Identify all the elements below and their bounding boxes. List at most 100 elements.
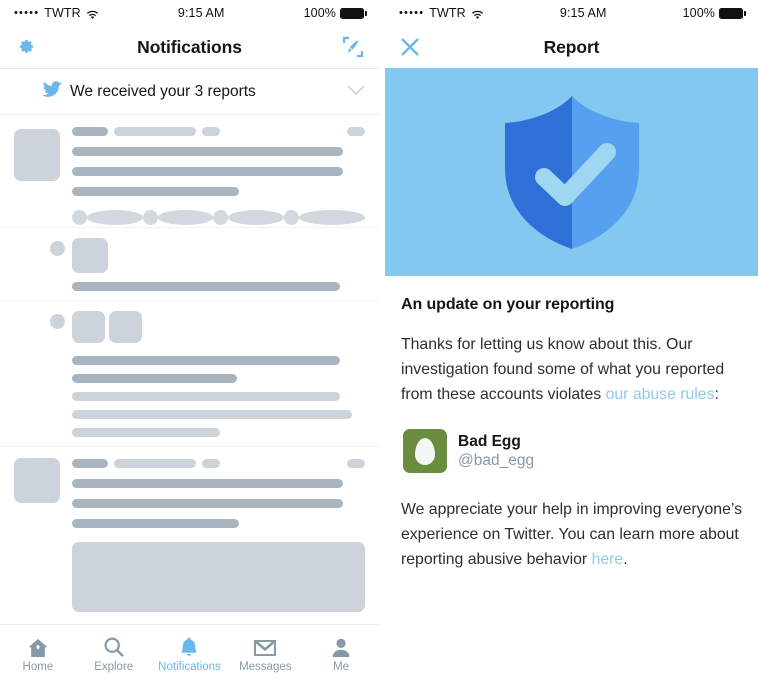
skeleton-bar	[72, 187, 239, 196]
paragraph-2-text-after: .	[623, 551, 628, 568]
bell-icon	[178, 636, 200, 658]
skeleton-dot	[284, 210, 300, 225]
skeleton-bar	[72, 428, 220, 437]
dual-phone-screenshot: ••••• TWTR 9:15 AM 100% Notifications We…	[0, 0, 758, 684]
skeleton-bar	[72, 459, 108, 468]
left-status-time: 9:15 AM	[177, 6, 225, 20]
tab-label: Me	[333, 660, 350, 673]
tabbar-divider	[0, 624, 379, 625]
tab-label: Home	[22, 660, 54, 673]
report-hero-banner	[385, 68, 758, 276]
report-navbar: Report	[385, 26, 758, 68]
battery-percent-label: 100%	[303, 6, 336, 20]
skeleton-bar	[72, 499, 343, 508]
tab-label: Messages	[239, 660, 292, 673]
bottom-tab-bar: Home Explore Notifications Messages Me	[0, 624, 379, 684]
skeleton-bar	[114, 459, 196, 468]
reported-account-names: Bad Egg @bad_egg	[458, 432, 534, 471]
skeleton-bar	[72, 479, 343, 488]
skeleton-dot	[50, 314, 65, 329]
reported-account-name: Bad Egg	[458, 432, 521, 450]
egg-avatar-icon	[403, 429, 447, 473]
skeleton-bar	[202, 127, 220, 136]
report-paragraph-2: We appreciate your help in improving eve…	[401, 497, 746, 572]
skeleton-bar	[72, 127, 108, 136]
search-icon	[103, 636, 125, 658]
list-item[interactable]	[0, 447, 379, 612]
abuse-rules-link[interactable]: our abuse rules	[606, 386, 715, 403]
signal-dots-icon: •••••	[399, 7, 425, 19]
list-item[interactable]	[0, 301, 379, 446]
twitter-bird-icon	[42, 80, 62, 103]
skeleton-bar	[72, 167, 343, 176]
person-icon	[330, 636, 352, 658]
wifi-icon	[471, 9, 484, 20]
skeleton-avatar	[109, 311, 142, 343]
gear-icon[interactable]	[14, 36, 36, 58]
notification-feed-skeleton	[0, 115, 379, 612]
skeleton-bar	[72, 392, 340, 401]
tab-home[interactable]: Home	[0, 624, 76, 684]
skeleton-avatar	[72, 238, 108, 273]
page-title: Report	[543, 36, 600, 57]
skeleton-dot	[50, 241, 65, 256]
report-content: An update on your reporting Thanks for l…	[385, 276, 758, 572]
right-status-bar: ••••• TWTR 9:15 AM 100%	[385, 0, 758, 26]
skeleton-bar	[114, 127, 196, 136]
page-title: Notifications	[137, 36, 242, 57]
paragraph-2-text-before: We appreciate your help in improving eve…	[401, 501, 742, 568]
notifications-navbar: Notifications	[0, 26, 379, 68]
skeleton-bar	[72, 147, 343, 156]
skeleton-bar	[72, 410, 352, 419]
close-icon[interactable]	[399, 36, 421, 58]
right-status-carrier: ••••• TWTR	[399, 6, 484, 20]
skeleton-bar	[72, 519, 239, 528]
skeleton-bar	[202, 459, 220, 468]
skeleton-bar	[72, 356, 340, 365]
skeleton-dot	[72, 210, 87, 225]
skeleton-bar	[347, 127, 365, 136]
chevron-down-icon[interactable]	[347, 83, 365, 101]
right-status-battery: 100%	[683, 6, 746, 20]
skeleton-dot	[213, 210, 229, 225]
carrier-label: TWTR	[44, 6, 81, 20]
shield-check-icon	[497, 92, 647, 252]
here-link[interactable]: here	[592, 551, 624, 568]
skeleton-bar	[72, 374, 237, 383]
list-item[interactable]	[0, 228, 379, 300]
tab-notifications[interactable]: Notifications	[152, 624, 228, 684]
reported-account-handle: @bad_egg	[458, 452, 535, 469]
report-heading: An update on your reporting	[401, 296, 615, 313]
report-paragraph-1: Thanks for letting us know about this. O…	[401, 332, 746, 407]
battery-percent-label: 100%	[682, 6, 715, 20]
skeleton-bar	[72, 282, 340, 291]
home-icon	[27, 636, 49, 658]
signal-dots-icon: •••••	[14, 7, 40, 19]
left-status-bar: ••••• TWTR 9:15 AM 100%	[0, 0, 379, 26]
carrier-label: TWTR	[429, 6, 466, 20]
tab-messages[interactable]: Messages	[227, 624, 303, 684]
skeleton-dot	[142, 210, 158, 225]
battery-full-icon	[340, 7, 367, 19]
tab-me[interactable]: Me	[303, 624, 379, 684]
compose-icon[interactable]	[341, 35, 365, 59]
skeleton-media	[72, 542, 365, 612]
skeleton-bar	[347, 459, 365, 468]
paragraph-1-text-after: :	[714, 386, 719, 403]
envelope-icon	[253, 636, 277, 658]
list-item[interactable]	[0, 115, 379, 227]
notifications-screen: ••••• TWTR 9:15 AM 100% Notifications We…	[0, 0, 379, 684]
report-screen: ••••• TWTR 9:15 AM 100% Report An update…	[385, 0, 758, 684]
tab-label: Notifications	[158, 660, 221, 673]
skeleton-avatar	[14, 129, 60, 181]
tab-explore[interactable]: Explore	[76, 624, 152, 684]
tab-label: Explore	[94, 660, 134, 673]
skeleton-avatar	[72, 311, 105, 343]
right-status-time: 9:15 AM	[559, 6, 607, 20]
battery-full-icon	[719, 7, 746, 19]
wifi-icon	[86, 9, 99, 20]
left-status-carrier: ••••• TWTR	[14, 6, 99, 20]
reported-account[interactable]: Bad Egg @bad_egg	[403, 429, 746, 473]
left-status-battery: 100%	[304, 6, 367, 20]
reports-banner[interactable]: We received your 3 reports	[0, 69, 379, 114]
